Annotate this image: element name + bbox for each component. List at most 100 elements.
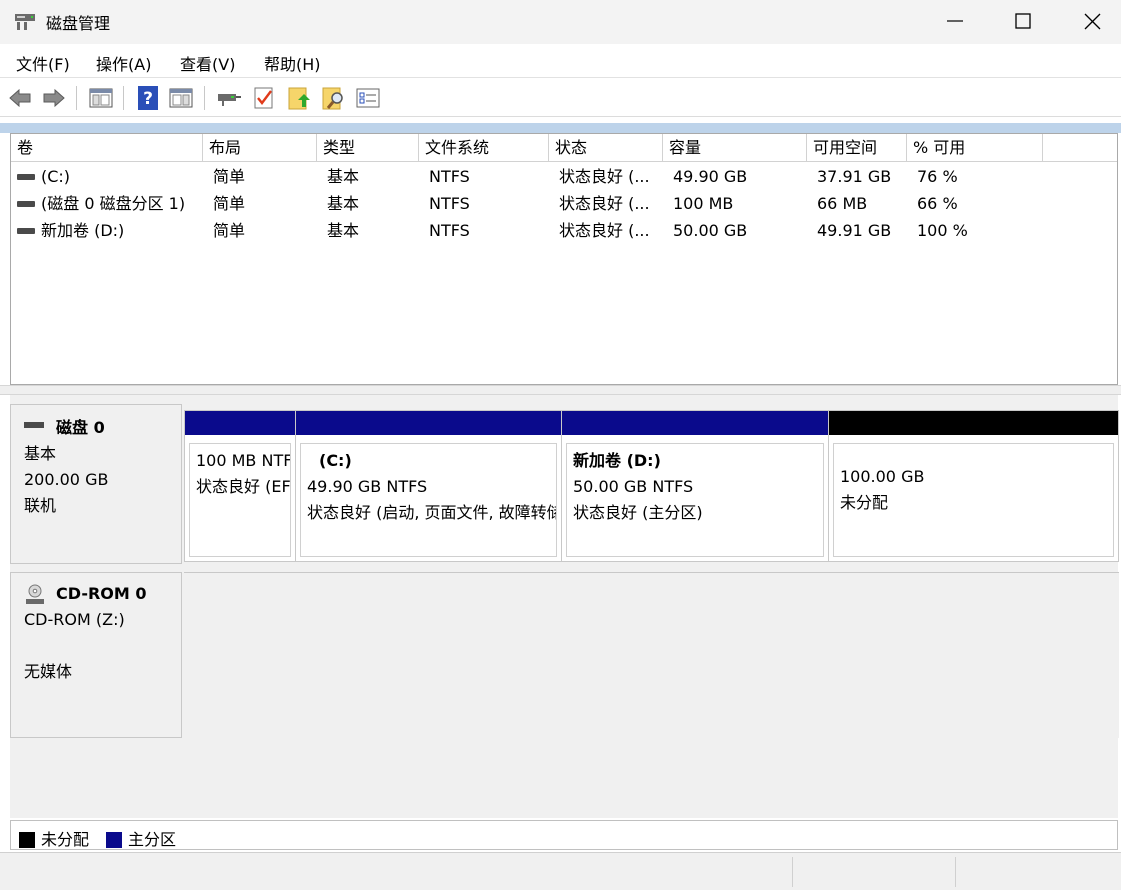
column-header-layout[interactable]: 布局 (203, 134, 317, 162)
partition-c[interactable]: (C:) 49.90 GB NTFS 状态良好 (启动, 页面文件, 故障转储,… (296, 411, 562, 561)
menu-bar: 文件(F) 操作(A) 查看(V) 帮助(H) (0, 44, 1121, 78)
volume-filesystem: NTFS (429, 194, 470, 213)
close-button[interactable] (1058, 0, 1121, 44)
volume-row[interactable]: (C:) 简单 基本 NTFS 状态良好 (... 49.90 GB 37.91… (11, 163, 1117, 190)
back-arrow-icon[interactable] (7, 85, 33, 111)
primary-swatch (106, 831, 122, 848)
menu-help[interactable]: 帮助(H) (264, 51, 321, 75)
column-header-capacity[interactable]: 容量 (663, 134, 807, 162)
volume-icon (17, 173, 35, 180)
toolbar: ? (0, 79, 1121, 117)
column-header-volume[interactable]: 卷 (11, 134, 203, 162)
volume-name: (C:) (41, 167, 71, 186)
menu-action[interactable]: 操作(A) (96, 51, 151, 75)
cdrom-name: CD-ROM 0 (56, 584, 147, 603)
maximize-button[interactable] (988, 0, 1058, 44)
partition-size: 100 MB NTFS (196, 451, 290, 470)
disk-size: 200.00 GB (24, 470, 109, 489)
disk-0-label[interactable]: 磁盘 0 基本 200.00 GB 联机 (10, 404, 182, 564)
partition-map: 100 MB NTFS 状态良好 (EFI 系统分区) (C:) 49.90 G… (184, 410, 1119, 562)
legend-unallocated: 未分配 (19, 826, 89, 850)
cdrom-icon (24, 584, 46, 606)
partition-status: 状态良好 (EFI 系统分区) (196, 477, 291, 496)
cdrom-0-label[interactable]: CD-ROM 0 CD-ROM (Z:) 无媒体 (10, 572, 182, 738)
cdrom-drive: CD-ROM (Z:) (24, 610, 125, 629)
column-header-free-space[interactable]: 可用空间 (807, 134, 907, 162)
partition-size: 100.00 GB (840, 467, 925, 486)
volume-layout: 简单 (213, 167, 246, 186)
menu-file[interactable]: 文件(F) (16, 51, 70, 75)
help-icon[interactable]: ? (135, 85, 161, 111)
volume-layout: 简单 (213, 194, 246, 213)
volume-row[interactable]: 新加卷 (D:) 简单 基本 NTFS 状态良好 (... 50.00 GB 4… (11, 217, 1117, 244)
primary-partition-bar (296, 411, 561, 435)
partition-title: (C:) (319, 451, 352, 470)
volume-layout: 简单 (213, 221, 246, 240)
column-header-type[interactable]: 类型 (317, 134, 419, 162)
primary-partition-bar (185, 411, 295, 435)
volume-list: 卷 布局 类型 文件系统 状态 容量 可用空间 % 可用 (C:) 简单 基本 … (10, 133, 1118, 385)
properties-icon[interactable] (355, 85, 381, 111)
status-bar (0, 852, 1121, 890)
menu-view[interactable]: 查看(V) (180, 51, 235, 75)
volume-free-space: 49.91 GB (817, 221, 892, 240)
show-hide-console-tree-icon[interactable] (88, 85, 114, 111)
disk-0-row: 磁盘 0 基本 200.00 GB 联机 100 MB NTFS 状态良好 (E… (10, 404, 1120, 564)
column-header-filesystem[interactable]: 文件系统 (419, 134, 549, 162)
status-bar-separator (792, 857, 793, 887)
cdrom-media: 无媒体 (24, 662, 73, 681)
disk-icon (24, 421, 44, 428)
volume-name: (磁盘 0 磁盘分区 1) (41, 194, 186, 213)
volume-capacity: 50.00 GB (673, 221, 748, 240)
volume-type: 基本 (327, 194, 360, 213)
partition-title: 新加卷 (D:) (573, 451, 661, 470)
partition-unallocated[interactable]: 100.00 GB 未分配 (829, 411, 1118, 561)
volume-list-header: 卷 布局 类型 文件系统 状态 容量 可用空间 % 可用 (11, 134, 1117, 162)
volume-percent-free: 76 % (917, 167, 958, 186)
disk-status: 联机 (24, 496, 57, 515)
partition-d[interactable]: 新加卷 (D:) 50.00 GB NTFS 状态良好 (主分区) (562, 411, 829, 561)
partition-status: 状态良好 (主分区) (573, 503, 703, 522)
volume-capacity: 49.90 GB (673, 167, 748, 186)
unallocated-bar (829, 411, 1118, 435)
title-bar: 磁盘管理 (0, 0, 1121, 44)
checklist-icon[interactable] (251, 85, 277, 111)
toolbar-separator (76, 86, 77, 110)
volume-free-space: 37.91 GB (817, 167, 892, 186)
pane-splitter[interactable] (0, 385, 1121, 395)
show-hide-action-pane-icon[interactable] (168, 85, 194, 111)
window-title: 磁盘管理 (46, 14, 111, 33)
minimize-button[interactable] (920, 0, 990, 44)
column-header-status[interactable]: 状态 (549, 134, 663, 162)
toolbar-separator (123, 86, 124, 110)
forward-arrow-icon[interactable] (41, 85, 67, 111)
volume-percent-free: 66 % (917, 194, 958, 213)
primary-partition-bar (562, 411, 828, 435)
volume-type: 基本 (327, 221, 360, 240)
status-bar-separator (955, 857, 956, 887)
column-header-percent-free[interactable]: % 可用 (907, 134, 1043, 162)
folder-search-icon[interactable] (320, 85, 346, 111)
connect-drive-icon[interactable] (216, 85, 242, 111)
cdrom-0-row: CD-ROM 0 CD-ROM (Z:) 无媒体 (10, 572, 1120, 738)
partition-status: 未分配 (840, 493, 889, 512)
volume-percent-free: 100 % (917, 221, 968, 240)
svg-text:?: ? (143, 89, 153, 109)
partition-size: 49.90 GB NTFS (307, 477, 428, 496)
volume-type: 基本 (327, 167, 360, 186)
volume-status: 状态良好 (... (559, 167, 650, 186)
disk-management-icon (14, 12, 36, 32)
partition-status: 状态良好 (启动, 页面文件, 故障转储, 主分区) (307, 503, 556, 522)
partition-efi[interactable]: 100 MB NTFS 状态良好 (EFI 系统分区) (185, 411, 296, 561)
legend-primary: 主分区 (106, 826, 176, 850)
volume-filesystem: NTFS (429, 167, 470, 186)
unallocated-swatch (19, 831, 35, 848)
disk-name: 磁盘 0 (56, 418, 105, 437)
pane-border (0, 123, 1121, 133)
folder-up-icon[interactable] (286, 85, 312, 111)
maximize-icon (1015, 13, 1031, 29)
volume-status: 状态良好 (... (559, 194, 650, 213)
volume-icon (17, 200, 35, 207)
minimize-icon (947, 20, 963, 22)
volume-row[interactable]: (磁盘 0 磁盘分区 1) 简单 基本 NTFS 状态良好 (... 100 M… (11, 190, 1117, 217)
